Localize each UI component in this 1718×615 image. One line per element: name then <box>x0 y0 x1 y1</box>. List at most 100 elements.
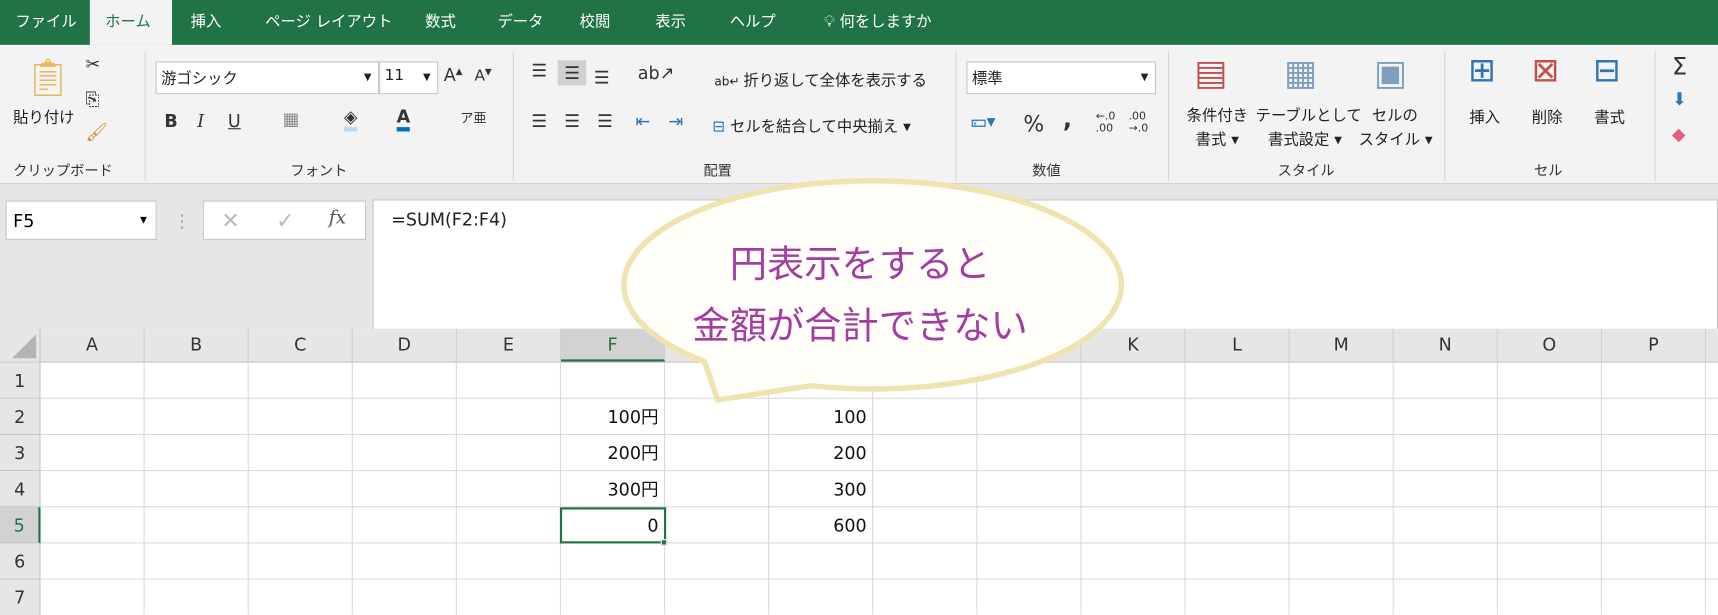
paste-button[interactable]: 貼り付け <box>13 106 74 128</box>
tab-page-layout[interactable]: ページ レイアウト <box>250 0 408 45</box>
align-middle-icon[interactable]: ☰ <box>557 60 587 86</box>
align-center-icon[interactable]: ☰ <box>564 111 580 132</box>
row-header-3[interactable]: 3 <box>0 434 41 472</box>
column-header-p[interactable]: P <box>1602 328 1707 362</box>
percent-button[interactable]: % <box>1023 111 1044 137</box>
cell-f4[interactable]: 300円 <box>561 471 665 507</box>
row-header-2[interactable]: 2 <box>0 398 41 435</box>
italic-button[interactable]: I <box>197 111 204 132</box>
number-format-select[interactable]: 標準 ▼ <box>966 61 1156 95</box>
row-header-4[interactable]: 4 <box>0 471 41 508</box>
merge-center-button[interactable]: ⊟ セルを結合して中央揃え ▾ <box>712 115 911 137</box>
align-left-icon[interactable]: ☰ <box>531 111 547 132</box>
tab-file[interactable]: ファイル <box>0 0 92 45</box>
format-as-table-icon[interactable]: ▦ <box>1284 51 1317 93</box>
gridline <box>40 506 1718 508</box>
column-header-d[interactable]: D <box>353 328 457 362</box>
column-header-o[interactable]: O <box>1498 328 1602 362</box>
tab-data[interactable]: データ <box>482 0 559 45</box>
row-header-7[interactable]: 7 <box>0 579 41 615</box>
cell-h2[interactable]: 100 <box>769 399 873 435</box>
tell-me-search[interactable]: 💡︎ 何をしますか <box>809 0 947 45</box>
delete-button[interactable]: 削除 <box>1532 106 1563 128</box>
decrease-font-icon[interactable]: A▼ <box>474 67 491 85</box>
font-color-icon[interactable]: A <box>396 106 411 132</box>
tab-insert[interactable]: 挿入 <box>175 0 236 45</box>
lightbulb-icon: 💡︎ <box>823 13 840 31</box>
align-right-icon[interactable]: ☰ <box>597 111 613 132</box>
increase-decimal-icon[interactable]: ←.0.00 <box>1096 111 1116 135</box>
clear-icon[interactable]: ◆ <box>1672 124 1685 145</box>
comma-button[interactable]: , <box>1063 106 1072 133</box>
column-header-e[interactable]: E <box>457 328 561 362</box>
callout-line-2: 金額が合計できない <box>692 304 1028 349</box>
borders-icon[interactable]: ▦ <box>283 108 300 129</box>
column-header-l[interactable]: L <box>1186 328 1290 362</box>
cell-styles-icon[interactable]: ▣ <box>1374 51 1407 93</box>
increase-font-icon[interactable]: A▲ <box>444 65 463 86</box>
ribbon-tabs: ファイル ホーム 挿入 ページ レイアウト 数式 データ 校閲 表示 ヘルプ 💡… <box>0 0 1718 45</box>
cell-h5[interactable]: 600 <box>769 507 873 543</box>
font-name-select[interactable]: 游ゴシック ▼ <box>155 61 380 95</box>
format-as-table-button[interactable]: テーブルとして 書式設定 ▾ <box>1256 104 1362 152</box>
phonetic-icon[interactable]: ア亜 <box>460 108 486 127</box>
gridline <box>1392 362 1394 615</box>
column-header-b[interactable]: B <box>145 328 249 362</box>
insert-cells-icon[interactable]: ⊞ <box>1468 51 1496 89</box>
increase-indent-icon[interactable]: ⇥ <box>668 111 683 132</box>
gridline <box>40 433 1718 435</box>
paste-icon[interactable]: 📋︎ <box>24 56 71 100</box>
cell-h3[interactable]: 200 <box>769 435 873 471</box>
underline-button[interactable]: U <box>228 111 241 132</box>
fill-color-icon[interactable]: ◈ <box>344 106 358 132</box>
format-button[interactable]: 書式 <box>1594 106 1625 128</box>
tab-formulas[interactable]: 数式 <box>410 0 471 45</box>
align-bottom-icon[interactable]: ☰ <box>594 67 610 88</box>
enter-icon[interactable]: ✓ <box>276 207 294 233</box>
delete-cells-icon[interactable]: ⊠ <box>1532 51 1560 89</box>
tab-view[interactable]: 表示 <box>640 0 701 45</box>
gridline <box>40 578 1718 580</box>
font-size-select[interactable]: 11 ▼ <box>379 61 439 95</box>
autosum-button[interactable]: Σ <box>1672 54 1687 81</box>
cancel-icon[interactable]: ✕ <box>221 207 239 233</box>
row-header-6[interactable]: 6 <box>0 543 41 580</box>
orientation-icon[interactable]: ab↗ <box>638 62 675 83</box>
align-top-icon[interactable]: ☰ <box>531 60 547 81</box>
column-header-a[interactable]: A <box>41 328 145 362</box>
column-header-n[interactable]: N <box>1394 328 1498 362</box>
fill-handle[interactable] <box>660 539 668 546</box>
column-header-c[interactable]: C <box>249 328 353 362</box>
cell-f2[interactable]: 100円 <box>561 399 665 435</box>
group-styles-label: スタイル <box>1277 163 1335 180</box>
insert-button[interactable]: 挿入 <box>1469 106 1500 128</box>
cell-f3[interactable]: 200円 <box>561 435 665 471</box>
tab-review[interactable]: 校閲 <box>564 0 625 45</box>
format-painter-icon[interactable]: 🖌︎ <box>85 122 107 143</box>
name-box[interactable]: F5 ▼ <box>5 200 157 240</box>
row-header-5[interactable]: 5 <box>0 507 41 544</box>
gridline <box>40 470 1718 472</box>
decrease-indent-icon[interactable]: ⇤ <box>636 111 651 132</box>
cut-icon[interactable]: ✂ <box>85 54 100 75</box>
cell-styles-button[interactable]: セルの スタイル ▾ <box>1359 104 1433 152</box>
cell-h4[interactable]: 300 <box>769 471 873 507</box>
tab-home[interactable]: ホーム <box>89 0 173 45</box>
conditional-format-button[interactable]: 条件付き 書式 ▾ <box>1181 104 1253 152</box>
insert-function-icon[interactable]: fx <box>329 207 346 229</box>
row-header-1[interactable]: 1 <box>0 362 41 399</box>
merge-icon: ⊟ <box>712 118 730 136</box>
format-cells-icon[interactable]: ⊟ <box>1593 51 1621 89</box>
decrease-decimal-icon[interactable]: .00 →.0 <box>1129 111 1149 135</box>
fill-icon[interactable]: ⬇ <box>1672 89 1687 110</box>
currency-icon[interactable]: 💴︎▾ <box>971 111 996 133</box>
wrap-text-button[interactable]: ab↵ 折り返して全体を表示する <box>714 69 927 91</box>
tab-help[interactable]: ヘルプ <box>714 0 791 45</box>
select-all-button[interactable] <box>0 328 41 362</box>
group-cells-label: セル <box>1533 163 1563 180</box>
gridline <box>455 362 457 615</box>
conditional-format-icon[interactable]: ▤ <box>1194 51 1227 93</box>
bold-button[interactable]: B <box>164 111 177 132</box>
column-header-m[interactable]: M <box>1290 328 1394 362</box>
copy-icon[interactable]: ⎘ <box>85 89 99 111</box>
